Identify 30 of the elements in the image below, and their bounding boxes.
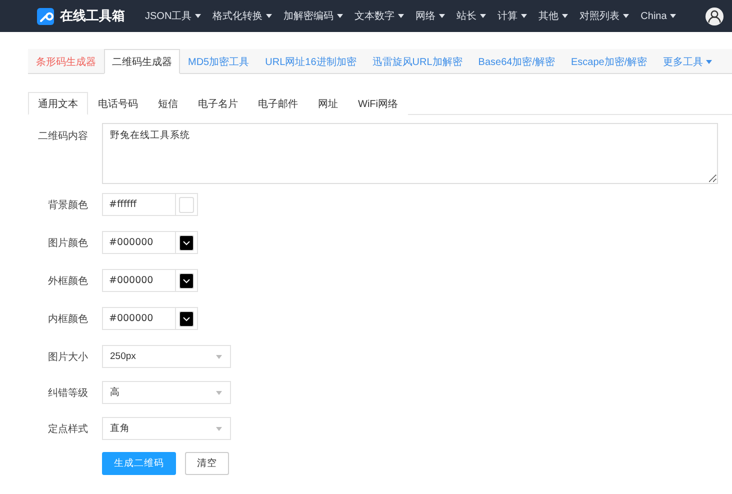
field-label: 定点样式: [47, 422, 88, 436]
content-type-tab[interactable]: 通用文本: [28, 92, 88, 115]
field-label: 外框颜色: [47, 274, 88, 288]
select-field[interactable]: 直角: [102, 417, 231, 440]
nav-menu[interactable]: 格式化转换: [206, 9, 278, 23]
field-label: 二维码内容: [37, 130, 88, 143]
nav-menu[interactable]: JSON工具: [139, 9, 207, 23]
clear-button[interactable]: 清空: [185, 452, 229, 475]
nav-menu[interactable]: 站长: [450, 9, 492, 23]
content-textarea[interactable]: 野兔在线工具系统: [102, 123, 718, 184]
field-label: 内框颜色: [47, 312, 88, 326]
nav-menu[interactable]: 加解密编码: [278, 9, 349, 23]
color-field[interactable]: #000000: [102, 269, 198, 292]
nav-menu[interactable]: 其他: [532, 9, 574, 23]
nav-menu[interactable]: 文本数字: [348, 9, 410, 23]
field-label: 图片颜色: [47, 236, 88, 250]
field-label: 背景颜色: [47, 198, 88, 212]
site-logo-text[interactable]: 在线工具箱: [60, 7, 125, 25]
color-field[interactable]: #ffffff: [102, 193, 198, 216]
select-field[interactable]: 高: [102, 381, 231, 404]
nav-menu[interactable]: 计算: [492, 9, 533, 23]
select-field[interactable]: 250px: [102, 345, 231, 368]
color-field[interactable]: #000000: [102, 307, 198, 330]
color-field[interactable]: #000000: [102, 231, 198, 254]
field-label: 纠错等级: [47, 386, 88, 400]
nav-menu[interactable]: 对照列表: [574, 9, 635, 23]
nav-menu[interactable]: China: [634, 10, 682, 22]
tool-tab[interactable]: 二维码生成器: [104, 49, 180, 74]
field-label: 图片大小: [47, 350, 88, 364]
nav-menu[interactable]: 网络: [410, 9, 451, 23]
